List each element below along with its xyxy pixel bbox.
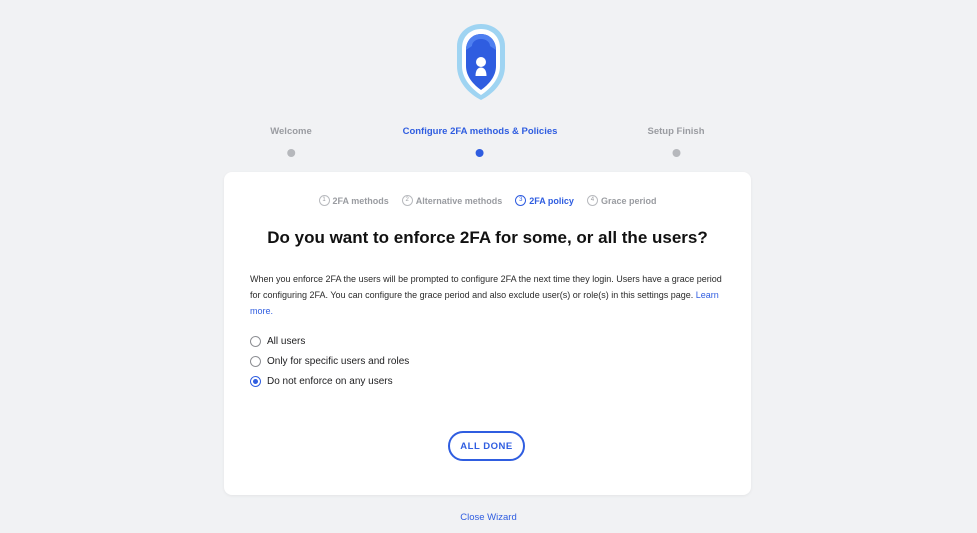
wizard-step-welcome: Welcome [270, 126, 312, 157]
sub-step-grace-period: 4 Grace period [586, 195, 657, 206]
wizard-step-label: Setup Finish [647, 126, 705, 137]
option-do-not-enforce[interactable]: Do not enforce on any users [250, 371, 409, 391]
wizard-step-dot [476, 149, 484, 157]
sub-step-number: 4 [586, 195, 598, 206]
sub-step-label: 2FA methods [332, 195, 389, 206]
page-title: Do you want to enforce 2FA for some, or … [267, 228, 708, 247]
wizard-step-setup-finish: Setup Finish [648, 126, 705, 157]
sub-step-number: 2 [401, 195, 413, 206]
option-all-users[interactable]: All users [250, 331, 409, 351]
wizard-step-dot [672, 149, 680, 157]
wizard-step-configure: Configure 2FA methods & Policies [402, 126, 558, 157]
description-text: When you enforce 2FA the users will be p… [250, 274, 722, 300]
policy-card: 1 2FA methods 2 Alternative methods 3 2F… [224, 172, 751, 495]
sub-step-2fa-policy: 3 2FA policy [515, 195, 574, 206]
wizard-steps: Welcome Configure 2FA methods & Policies… [0, 126, 977, 162]
option-label: Do not enforce on any users [267, 375, 393, 387]
option-label: Only for specific users and roles [267, 355, 410, 367]
wizard-step-label: Welcome [270, 126, 312, 137]
sub-step-alternative-methods: 2 Alternative methods [401, 195, 503, 206]
all-done-button[interactable]: ALL DONE [448, 431, 525, 461]
sub-step-label: 2FA policy [529, 195, 574, 206]
close-wizard-link[interactable]: Close Wizard [0, 512, 977, 523]
sub-step-number: 3 [515, 195, 527, 206]
enforcement-options: All users Only for specific users and ro… [250, 331, 409, 391]
all-users-radio[interactable] [250, 335, 261, 347]
sub-step-number: 1 [318, 195, 330, 206]
wizard-step-dot [286, 149, 295, 157]
wizard-step-label: Configure 2FA methods & Policies [402, 126, 558, 137]
shield-lock-icon [457, 24, 505, 100]
sub-step-label: Grace period [600, 195, 657, 206]
sub-step-2fa-methods: 1 2FA methods [318, 195, 389, 206]
option-label: All users [267, 335, 306, 347]
specific-users-radio[interactable] [250, 355, 261, 367]
do-not-enforce-radio[interactable] [250, 375, 261, 387]
sub-steps: 1 2FA methods 2 Alternative methods 3 2F… [224, 195, 751, 206]
option-specific-users-roles[interactable]: Only for specific users and roles [250, 351, 409, 371]
sub-step-label: Alternative methods [415, 195, 503, 206]
policy-description: When you enforce 2FA the users will be p… [250, 271, 728, 319]
